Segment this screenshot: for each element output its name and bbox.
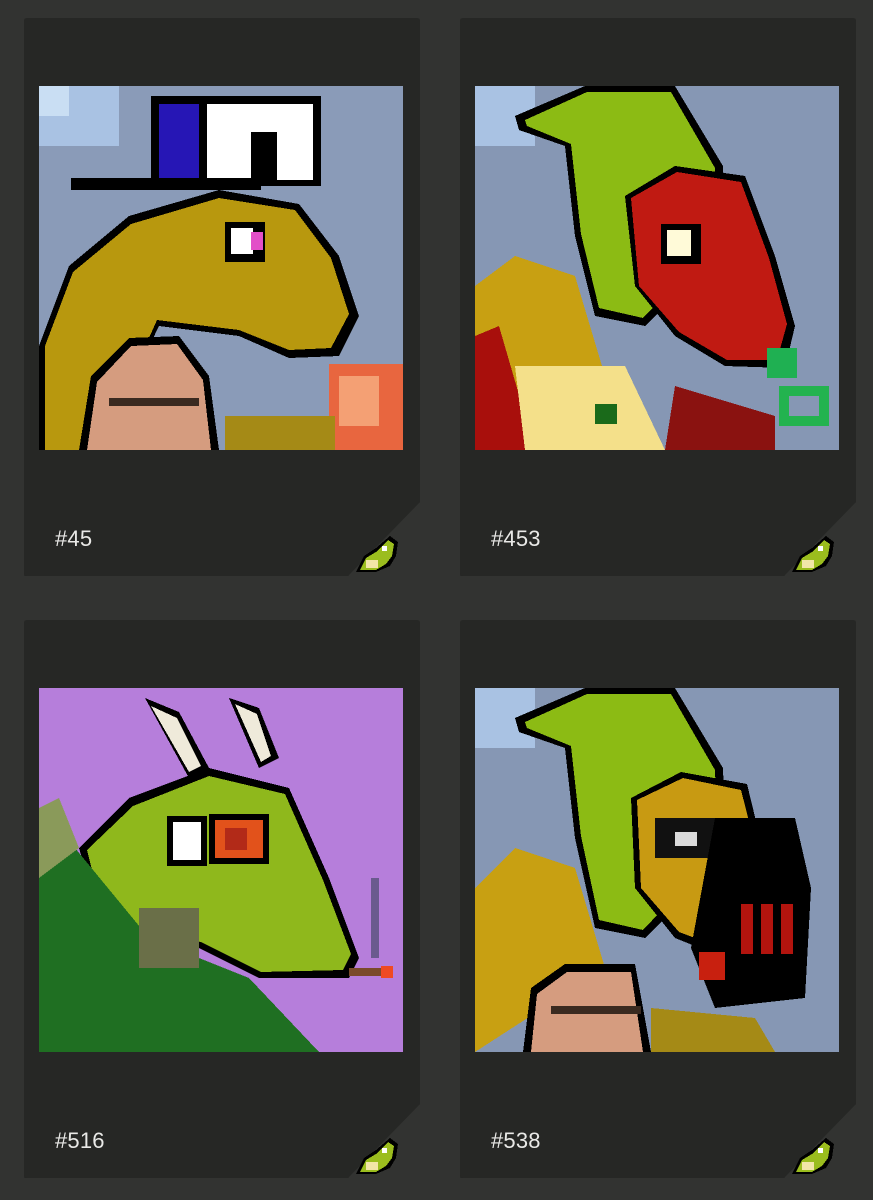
nft-card[interactable]: #538 <box>460 620 856 1178</box>
nft-token-label: #453 <box>491 526 541 551</box>
dragon-mascot-icon <box>782 1128 838 1176</box>
nft-token-label: #516 <box>55 1128 105 1153</box>
nft-image[interactable] <box>39 688 403 1052</box>
nft-token-label: #45 <box>55 526 93 551</box>
nft-image[interactable] <box>39 86 403 450</box>
nft-card[interactable]: #453 <box>460 18 856 576</box>
nft-image[interactable] <box>475 688 839 1052</box>
nft-card[interactable]: #45 <box>24 18 420 576</box>
nft-token-label: #538 <box>491 1128 541 1153</box>
nft-image[interactable] <box>475 86 839 450</box>
nft-card-grid: #45 #453 #516 #538 <box>0 0 873 1200</box>
dragon-mascot-icon <box>346 526 402 574</box>
dragon-mascot-icon <box>346 1128 402 1176</box>
dragon-mascot-icon <box>782 526 838 574</box>
nft-card[interactable]: #516 <box>24 620 420 1178</box>
